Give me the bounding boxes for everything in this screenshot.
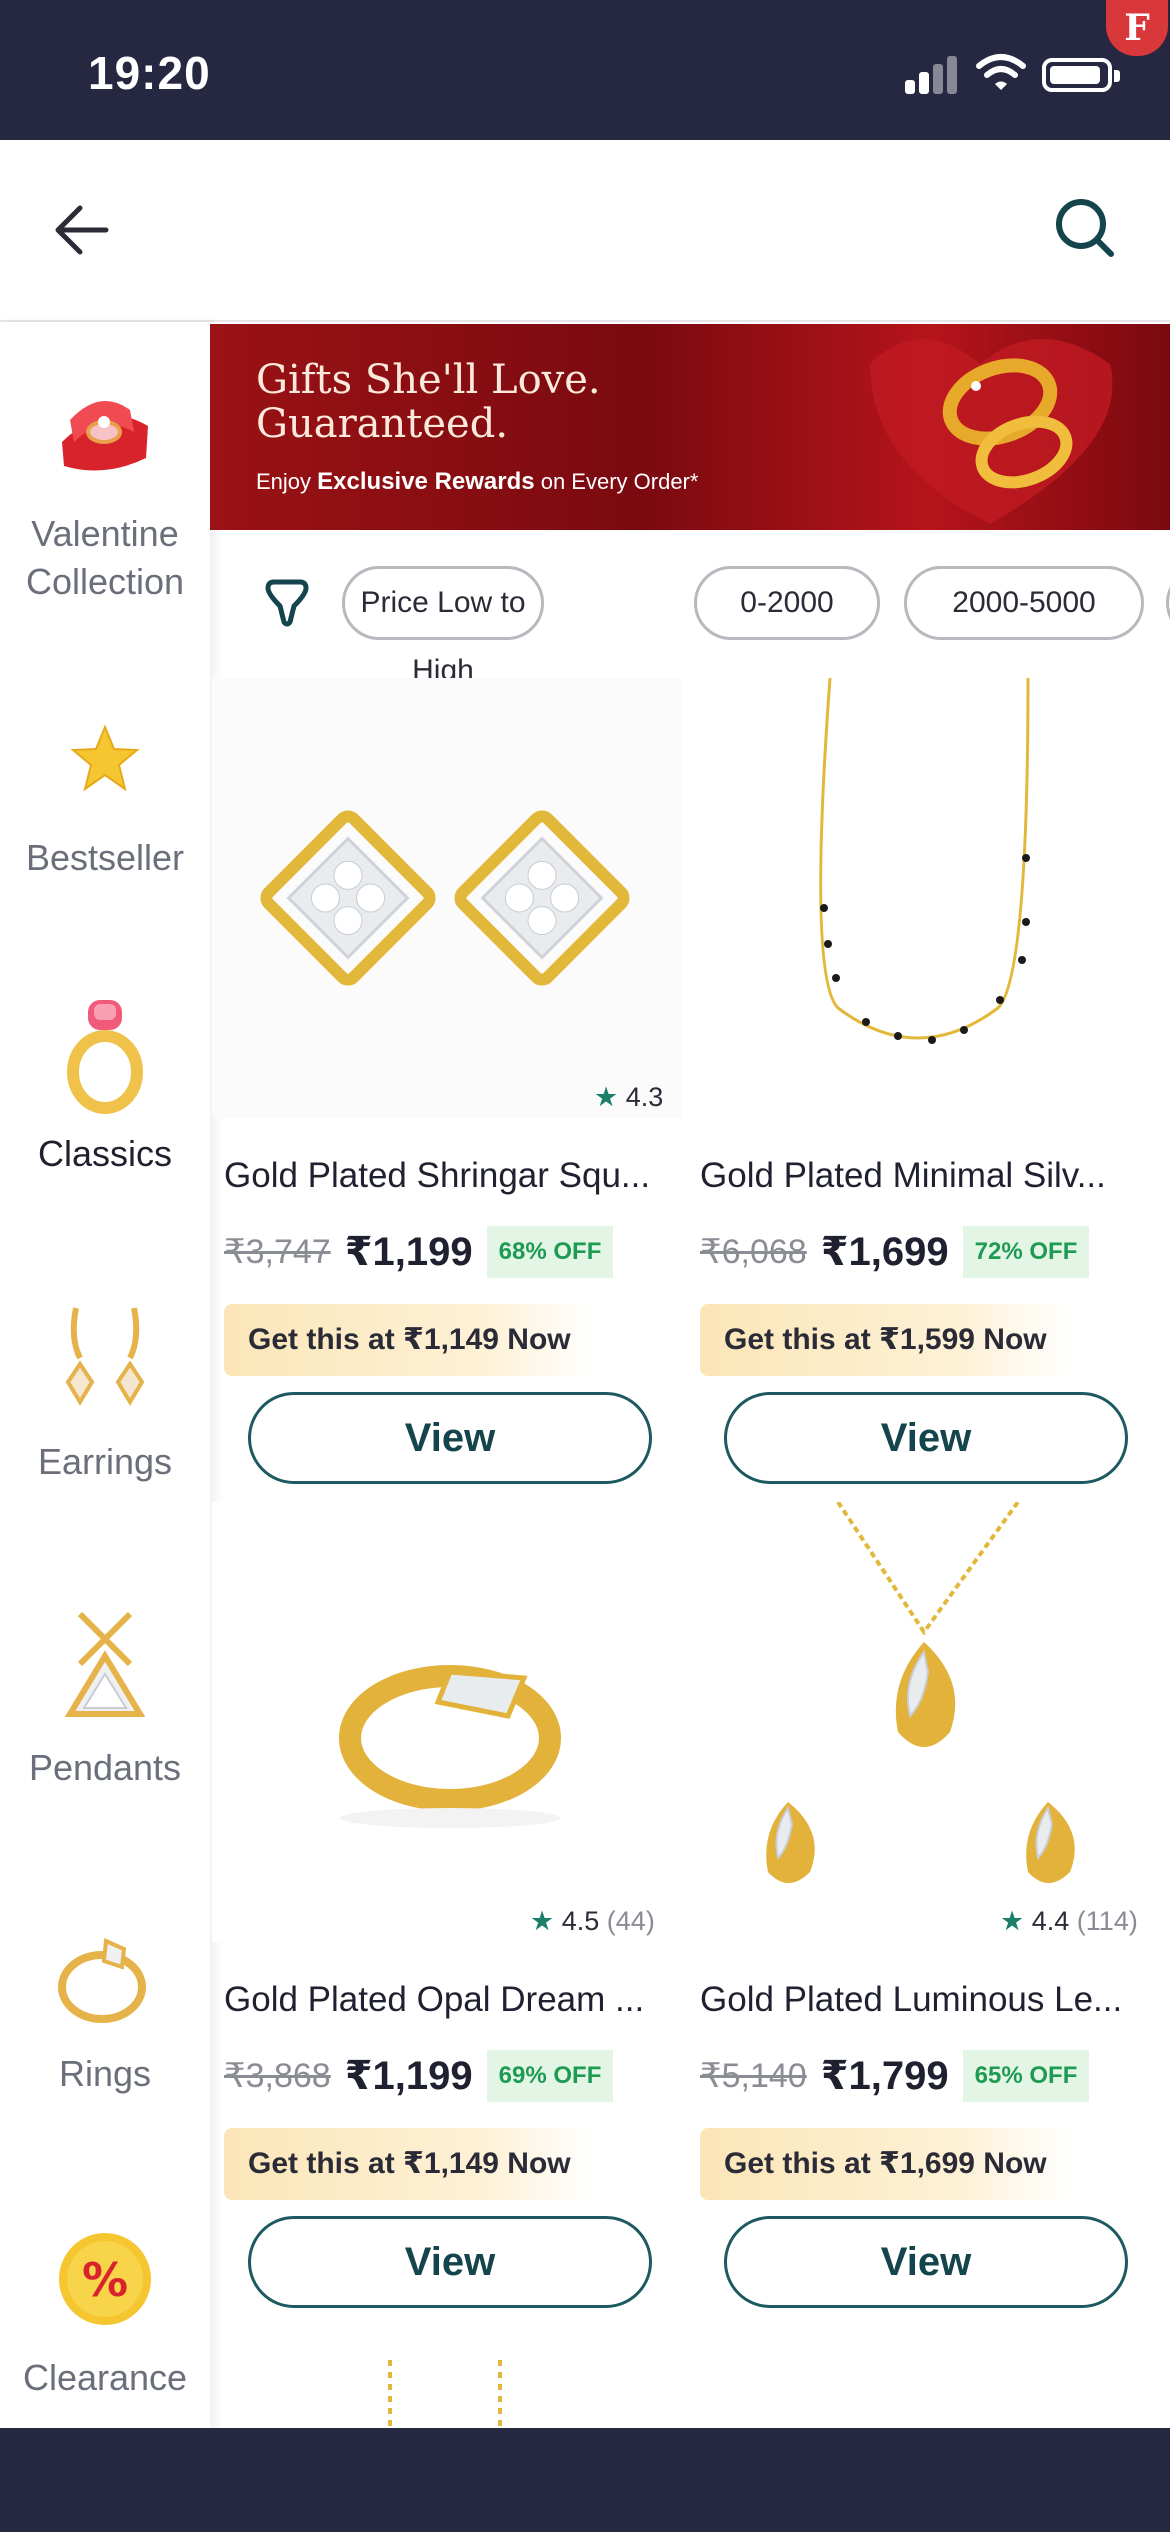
product-image: [688, 678, 1158, 1118]
discount-badge: 65% OFF: [962, 2050, 1090, 2102]
product-card[interactable]: ★ 4.3 Gold Plated Shringar Squ... ₹3,747…: [212, 678, 682, 1498]
original-price: ₹3,747: [224, 1233, 331, 1271]
product-name: Gold Plated Opal Dream ...: [224, 1980, 645, 2019]
discount-badge: 72% OFF: [962, 1226, 1090, 1278]
cellular-signal-icon: [905, 54, 961, 94]
price-row: ₹6,068 ₹1,699 72% OFF: [700, 1222, 1090, 1282]
sale-price: ₹1,699: [820, 1230, 949, 1274]
price-row: ₹3,868 ₹1,199 69% OFF: [224, 2046, 614, 2106]
view-button[interactable]: View: [724, 2216, 1128, 2308]
original-price: ₹6,068: [700, 1233, 807, 1271]
star-icon: ★: [594, 1082, 619, 1112]
svg-text:%: %: [82, 2253, 128, 2307]
sidebar-item-earrings[interactable]: Earrings: [0, 1298, 210, 1486]
product-card[interactable]: ★ 4.5 (44) Gold Plated Opal Dream ... ₹3…: [212, 1502, 682, 2322]
sale-price: ₹1,199: [344, 1230, 473, 1274]
ring-icon: [40, 990, 170, 1120]
pendant-icon: [40, 1604, 170, 1734]
percent-badge-icon: %: [40, 2214, 170, 2344]
offer-strip: Get this at ₹1,149 Now: [224, 2128, 594, 2200]
sidebar-item-label: Rings: [58, 2053, 152, 2094]
product-name: Gold Plated Shringar Squ...: [224, 1156, 651, 1195]
product-image: [688, 1502, 1158, 1942]
rating: ★ 4.4 (114): [1000, 1906, 1138, 1936]
view-button[interactable]: View: [724, 1392, 1128, 1484]
sidebar-item-valentine-collection[interactable]: Valentine Collection: [0, 370, 210, 606]
category-sidebar: Valentine Collection Bestseller Classics: [0, 322, 210, 2432]
star-icon: ★: [1000, 1906, 1025, 1936]
view-button[interactable]: View: [248, 1392, 652, 1484]
banner-subtitle: Enjoy Exclusive Rewards on Every Order*: [256, 468, 699, 495]
sidebar-item-rings[interactable]: Rings: [0, 1910, 210, 2098]
sidebar-item-clearance[interactable]: % Clearance: [0, 2214, 210, 2402]
battery-icon: [1042, 58, 1120, 92]
chip-2000-5000[interactable]: 2000-5000: [904, 566, 1144, 640]
discount-badge: 69% OFF: [486, 2050, 614, 2102]
product-name: Gold Plated Luminous Le...: [700, 1980, 1123, 2019]
offer-strip: Get this at ₹1,599 Now: [700, 1304, 1070, 1376]
sale-price: ₹1,799: [820, 2054, 949, 2098]
wifi-icon: [976, 54, 1026, 90]
sidebar-item-bestseller[interactable]: Bestseller: [0, 694, 210, 882]
product-image: [212, 678, 682, 1118]
price-row: ₹3,747 ₹1,199 68% OFF: [224, 1222, 614, 1282]
offer-strip: Get this at ₹1,149 Now: [224, 1304, 594, 1376]
sidebar-item-label: Pendants: [28, 1747, 182, 1788]
product-card[interactable]: ★ 4.4 (114) Gold Plated Luminous Le... ₹…: [688, 1502, 1158, 2322]
top-app-bar: [0, 140, 1170, 322]
search-icon[interactable]: [1045, 188, 1125, 268]
product-image-partial: [388, 2360, 502, 2428]
sale-price: ₹1,199: [344, 2054, 473, 2098]
app-logo-badge: F: [1106, 0, 1168, 56]
sidebar-item-label: Earrings: [37, 1441, 173, 1482]
rating: ★ 4.3: [594, 1082, 664, 1112]
filter-icon[interactable]: [262, 578, 312, 632]
status-bar: 19:20 F: [0, 0, 1170, 140]
sidebar-item-label: Classics: [37, 1133, 172, 1174]
sidebar-item-label: Bestseller: [25, 837, 185, 878]
promo-banner[interactable]: Gifts She'll Love. Guaranteed. Enjoy Exc…: [210, 324, 1170, 530]
offer-strip: Get this at ₹1,699 Now: [700, 2128, 1070, 2200]
status-time: 19:20: [88, 47, 211, 99]
sidebar-item-label: Clearance: [22, 2357, 188, 2398]
star-icon: ★: [530, 1906, 555, 1936]
discount-badge: 68% OFF: [486, 1226, 614, 1278]
filter-bar: Price Low to High 0-2000 2000-5000: [210, 530, 1170, 687]
chip-0-2000[interactable]: 0-2000: [694, 566, 880, 640]
price-row: ₹5,140 ₹1,799 65% OFF: [700, 2046, 1090, 2106]
product-card[interactable]: Gold Plated Minimal Silv... ₹6,068 ₹1,69…: [688, 678, 1158, 1498]
sidebar-item-classics[interactable]: Classics: [0, 990, 210, 1178]
earrings-icon: [40, 1298, 170, 1428]
sidebar-item-label: Valentine Collection: [25, 513, 185, 602]
rings-icon: [40, 1910, 170, 2040]
view-button[interactable]: View: [248, 2216, 652, 2308]
product-name: Gold Plated Minimal Silv...: [700, 1156, 1106, 1195]
star-icon: [40, 694, 170, 824]
rating: ★ 4.5 (44): [530, 1906, 655, 1936]
product-image: [212, 1502, 682, 1942]
banner-title: Gifts She'll Love. Guaranteed.: [256, 357, 601, 447]
couple-rings-image: [870, 339, 1113, 524]
sidebar-item-pendants[interactable]: Pendants: [0, 1604, 210, 1792]
original-price: ₹5,140: [700, 2057, 807, 2095]
chip-price-low-to-high[interactable]: Price Low to High: [342, 566, 544, 687]
arrow-left-icon[interactable]: [44, 190, 124, 270]
bottom-system-bar: [0, 2428, 1170, 2532]
chip-partial[interactable]: [1166, 566, 1170, 640]
ring-box-icon: [40, 370, 170, 500]
original-price: ₹3,868: [224, 2057, 331, 2095]
